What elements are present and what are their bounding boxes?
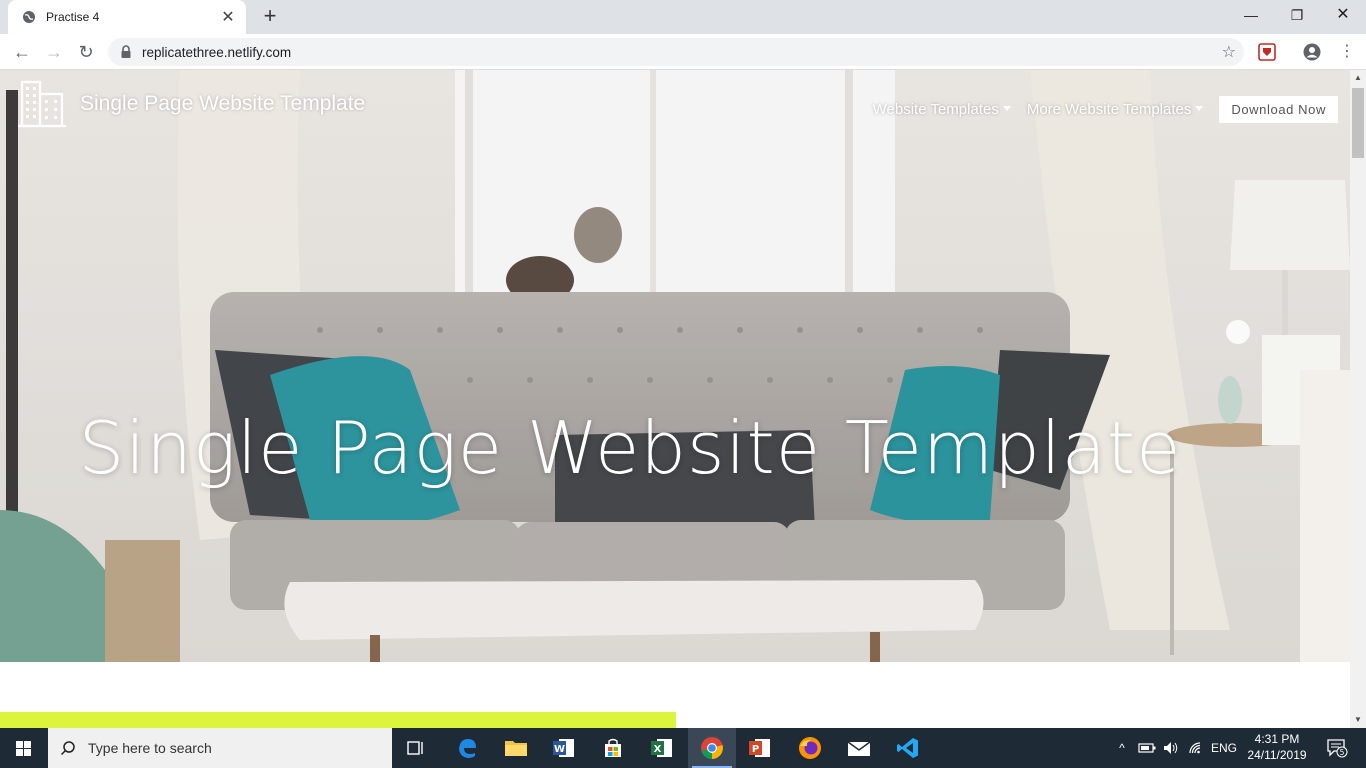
powerpoint-icon[interactable]: P [736, 728, 784, 768]
main-nav: Website Templates More Website Templates… [873, 96, 1338, 123]
download-now-button[interactable]: Download Now [1219, 96, 1338, 123]
windows-start-icon[interactable] [0, 728, 48, 768]
store-icon[interactable] [589, 728, 637, 768]
chrome-icon[interactable] [688, 728, 736, 768]
url-text: replicatethree.netlify.com [142, 44, 292, 60]
menu-kebab-icon[interactable]: ⋮ [1335, 40, 1359, 64]
address-bar[interactable]: replicatethree.netlify.com ☆ [108, 38, 1244, 66]
scrollbar-thumb[interactable] [1352, 88, 1364, 158]
nav-website-templates-label: Website Templates [872, 101, 999, 118]
edge-icon[interactable] [443, 728, 491, 768]
excel-icon[interactable]: X [638, 728, 686, 768]
nav-website-templates[interactable]: Website Templates [873, 101, 1011, 118]
hero-section: Single Page Website Template Website Tem… [0, 70, 1350, 662]
svg-text:W: W [554, 744, 565, 755]
browser-tab[interactable]: Practise 4 ✕ [8, 0, 246, 34]
building-logo-icon [18, 80, 66, 128]
clock-time: 4:31 PM [1254, 732, 1300, 746]
nav-more-website-templates[interactable]: More Website Templates [1027, 101, 1204, 118]
globe-icon [23, 11, 35, 23]
tab-title: Practise 4 [46, 10, 100, 24]
tab-close-icon[interactable]: ✕ [220, 7, 236, 27]
hero-heading: Single Page Website Template [78, 406, 1182, 490]
browser-toolbar: ← → ↻ replicatethree.netlify.com ☆ ⋮ [0, 34, 1366, 70]
caret-down-icon [1002, 106, 1011, 111]
taskbar-search-box[interactable]: Type here to search [48, 728, 392, 768]
search-icon [60, 741, 75, 756]
page-viewport: Single Page Website Template Website Tem… [0, 70, 1350, 728]
brand-name: Single Page Website Template [80, 92, 366, 115]
clock[interactable]: 4:31 PM 24/11/2019 [1242, 731, 1312, 763]
back-icon[interactable]: ← [10, 40, 34, 64]
task-view-icon[interactable] [392, 728, 440, 768]
lock-icon [121, 45, 131, 58]
minimize-icon[interactable]: — [1228, 0, 1274, 30]
file-explorer-icon[interactable] [492, 728, 540, 768]
vscode-icon[interactable] [884, 728, 932, 768]
language-indicator[interactable]: ENG [1208, 728, 1240, 768]
profile-icon[interactable] [1303, 43, 1321, 61]
word-icon[interactable]: W [540, 728, 588, 768]
bookmark-star-icon[interactable]: ☆ [1222, 42, 1236, 62]
volume-icon[interactable] [1160, 728, 1182, 768]
battery-icon[interactable] [1136, 728, 1158, 768]
forward-icon[interactable]: → [42, 40, 66, 64]
caret-down-icon [1195, 106, 1204, 111]
firefox-icon[interactable] [786, 728, 834, 768]
hero-background-image [0, 70, 1350, 662]
extension-icon[interactable] [1258, 43, 1276, 61]
wifi-icon[interactable] [1185, 728, 1207, 768]
nav-more-website-templates-label: More Website Templates [1026, 101, 1192, 118]
reload-icon[interactable]: ↻ [74, 40, 98, 64]
tray-chevron-up-icon[interactable]: ^ [1112, 728, 1132, 768]
tab-strip: Practise 4 ✕ + — ❐ ✕ [0, 0, 1366, 34]
scroll-down-icon[interactable]: ▼ [1350, 712, 1366, 728]
accent-bar [0, 712, 676, 728]
new-tab-icon[interactable]: + [258, 5, 282, 29]
windows-taskbar: Type here to search W X P ^ ENG 4:31 PM … [0, 728, 1366, 768]
search-placeholder: Type here to search [88, 740, 212, 756]
notifications-icon[interactable]: 5 [1320, 728, 1354, 768]
restore-icon[interactable]: ❐ [1274, 0, 1320, 30]
scroll-up-icon[interactable]: ▲ [1350, 70, 1366, 86]
svg-text:P: P [752, 744, 759, 755]
mail-icon[interactable] [835, 728, 883, 768]
clock-date: 24/11/2019 [1247, 748, 1307, 762]
notification-count: 5 [1340, 748, 1345, 757]
page-scrollbar[interactable]: ▲ ▼ [1350, 70, 1366, 728]
brand[interactable]: Single Page Website Template [16, 78, 365, 130]
svg-text:X: X [654, 744, 662, 755]
window-close-icon[interactable]: ✕ [1320, 0, 1366, 30]
